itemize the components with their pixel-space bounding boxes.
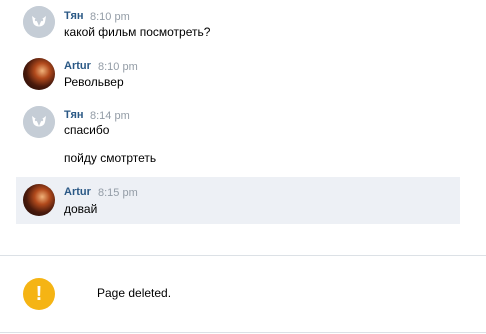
message-time[interactable]: 8:15 pm bbox=[98, 187, 138, 199]
message-author[interactable]: Artur bbox=[64, 60, 91, 72]
message-item: Тян 8:14 pm спасибо пойду смотртеть bbox=[16, 102, 460, 172]
message-time[interactable]: 8:10 pm bbox=[90, 11, 130, 23]
message-author[interactable]: Тян bbox=[64, 10, 84, 22]
message-text: Револьвер bbox=[64, 75, 124, 89]
divider bbox=[0, 332, 486, 333]
message-text: спасибо bbox=[64, 123, 110, 137]
message-item-selected[interactable]: Artur 8:15 pm довай bbox=[16, 177, 460, 224]
message-text: какой фильм посмотреть? bbox=[64, 25, 211, 39]
user-avatar[interactable] bbox=[23, 184, 55, 216]
message-text: довай bbox=[64, 202, 98, 216]
message-time[interactable]: 8:10 pm bbox=[98, 61, 138, 73]
default-avatar-icon[interactable] bbox=[23, 6, 55, 38]
user-avatar[interactable] bbox=[23, 58, 55, 90]
message-feed: Тян 8:10 pm какой фильм посмотреть? Artu… bbox=[0, 0, 486, 252]
warning-icon: ! bbox=[23, 278, 55, 310]
message-item: Тян 8:10 pm какой фильм посмотреть? bbox=[16, 0, 460, 50]
page-deleted-notice: ! Page deleted. bbox=[0, 256, 486, 332]
message-time[interactable]: 8:14 pm bbox=[90, 110, 130, 122]
message-item: Artur 8:10 pm Револьвер bbox=[16, 50, 460, 100]
default-avatar-icon[interactable] bbox=[23, 106, 55, 138]
notice-text: Page deleted. bbox=[97, 286, 172, 300]
message-author[interactable]: Тян bbox=[64, 109, 84, 121]
message-author[interactable]: Artur bbox=[64, 186, 91, 198]
message-text: пойду смотртеть bbox=[64, 151, 157, 165]
